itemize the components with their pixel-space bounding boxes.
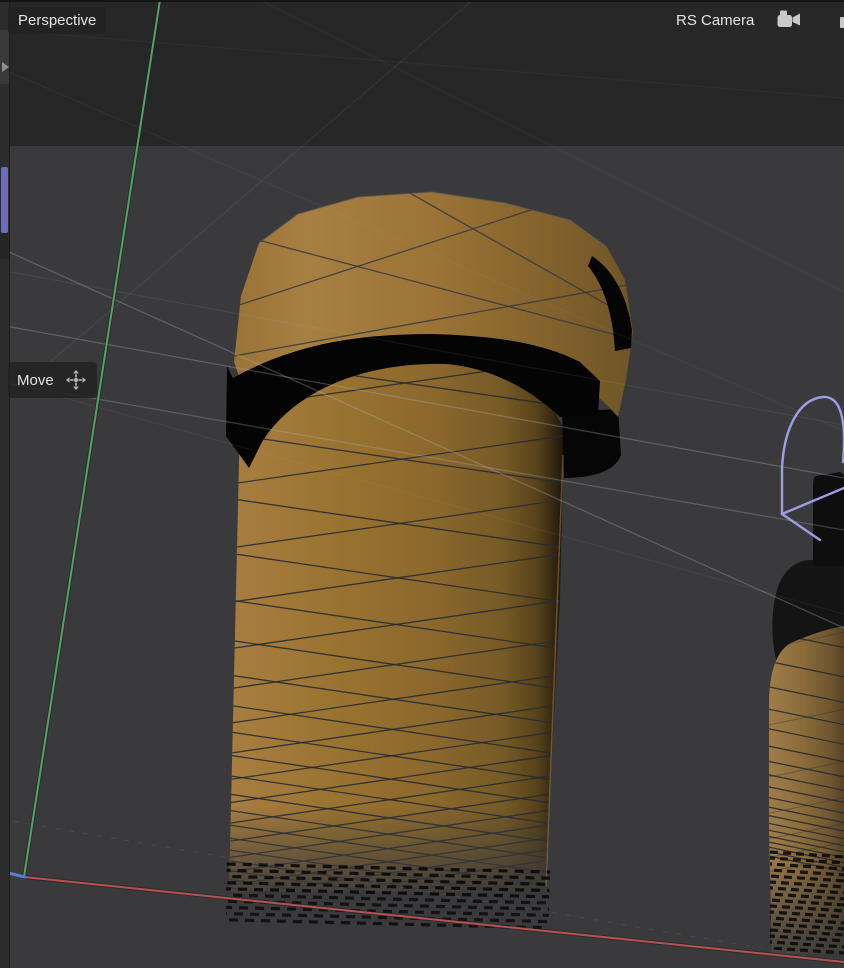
panel-scrollbar[interactable] (1, 167, 8, 233)
view-mode-text: Perspective (18, 13, 96, 28)
active-tool-tooltip: Move (8, 362, 97, 398)
view-mode-label: Perspective (8, 7, 106, 34)
panel-segment (0, 233, 9, 259)
small-bottle-cap (813, 472, 844, 566)
large-bottle-mesh[interactable] (216, 192, 655, 943)
clipped-edge-icon (840, 17, 844, 28)
axis-green (24, 0, 160, 877)
window-top-border (0, 0, 844, 2)
panel-arrow-icon[interactable] (2, 62, 9, 72)
camera-icon[interactable] (776, 8, 804, 32)
panel-tab[interactable] (0, 30, 9, 84)
left-panel-edge (0, 0, 10, 968)
viewport-3d-scene[interactable] (0, 0, 844, 968)
move-icon (64, 368, 88, 392)
bottle-side-shadow (562, 409, 621, 478)
camera-hud[interactable]: RS Camera (676, 8, 804, 32)
active-tool-text: Move (17, 373, 54, 388)
small-bottle-mesh[interactable] (764, 472, 844, 956)
camera-name-label[interactable]: RS Camera (676, 12, 754, 29)
viewport[interactable]: Perspective RS Camera Move (0, 0, 844, 968)
